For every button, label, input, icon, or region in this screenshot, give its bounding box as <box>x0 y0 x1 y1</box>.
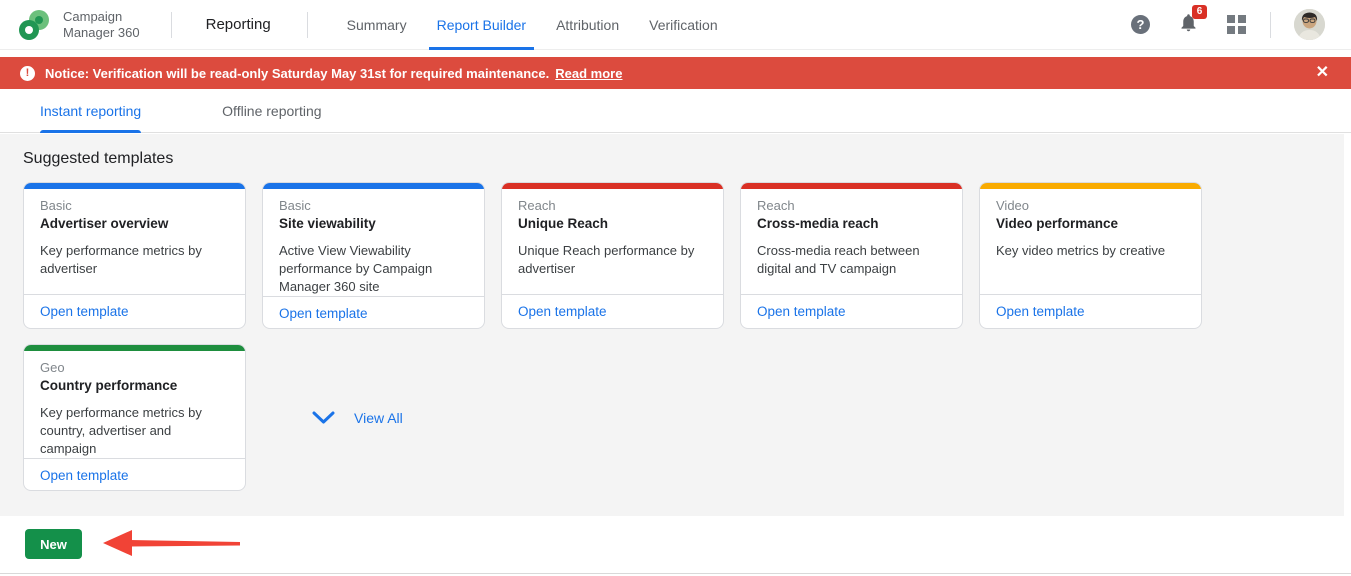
open-template-link[interactable]: Open template <box>518 304 607 319</box>
card-description: Unique Reach performance by advertiser <box>518 243 695 276</box>
template-card[interactable]: Reach Unique Reach Unique Reach performa… <box>501 182 724 329</box>
card-title: Unique Reach <box>518 216 609 231</box>
page-bottom-divider <box>0 573 1351 574</box>
open-template-link[interactable]: Open template <box>279 306 368 321</box>
open-template-link[interactable]: Open template <box>757 304 846 319</box>
avatar[interactable] <box>1294 9 1325 40</box>
header-divider <box>1270 11 1271 38</box>
template-card[interactable]: Basic Advertiser overview Key performanc… <box>23 182 246 329</box>
footer-bar: New <box>0 516 1351 573</box>
header-tabs: Summary Report Builder Attribution Verif… <box>332 0 733 50</box>
chevron-down-icon <box>312 411 335 423</box>
card-footer: Open template <box>980 294 1201 328</box>
card-description: Cross-media reach between digital and TV… <box>757 243 920 276</box>
template-card[interactable]: Video Video performance Key video metric… <box>979 182 1202 329</box>
view-all-label: View All <box>354 409 403 426</box>
notice-banner: ! Notice: Verification will be read-only… <box>0 57 1351 89</box>
card-category: Basic <box>279 198 311 213</box>
card-body: Basic Advertiser overview Key performanc… <box>24 189 245 294</box>
app-logo[interactable]: Campaign Manager 360 <box>16 7 140 43</box>
header-section-label: Reporting <box>205 16 271 33</box>
notifications-button[interactable]: 6 <box>1178 4 1207 38</box>
card-category: Geo <box>40 360 65 375</box>
open-template-link[interactable]: Open template <box>40 468 129 483</box>
card-footer: Open template <box>502 294 723 328</box>
user-photo <box>1294 9 1325 40</box>
app-header: Campaign Manager 360 Reporting Summary R… <box>0 0 1351 50</box>
card-category: Video <box>996 198 1030 213</box>
apps-grid-icon[interactable] <box>1227 15 1246 34</box>
card-footer: Open template <box>741 294 962 328</box>
open-template-link[interactable]: Open template <box>40 304 129 319</box>
templates-section: Suggested templates Basic Advertiser ove… <box>0 134 1351 516</box>
template-card[interactable]: Geo Country performance Key performance … <box>23 344 246 491</box>
help-icon[interactable]: ? <box>1131 15 1150 34</box>
notice-text: Notice: Verification will be read-only S… <box>45 65 550 81</box>
card-body: Reach Unique Reach Unique Reach performa… <box>502 189 723 294</box>
card-title: Site viewability <box>279 216 376 231</box>
card-footer: Open template <box>24 294 245 328</box>
scrollbar-gutter <box>1344 134 1351 516</box>
card-category: Reach <box>757 198 795 213</box>
card-body: Geo Country performance Key performance … <box>24 351 245 458</box>
card-description: Key video metrics by creative <box>996 243 1166 258</box>
tab-instant-reporting[interactable]: Instant reporting <box>40 89 142 133</box>
card-footer: Open template <box>263 295 484 328</box>
card-title: Country performance <box>40 378 178 393</box>
tab-offline-reporting[interactable]: Offline reporting <box>222 89 321 133</box>
campaign-manager-logo-icon <box>19 9 49 40</box>
card-category: Reach <box>518 198 556 213</box>
template-card[interactable]: Basic Site viewability Active View Viewa… <box>262 182 485 329</box>
card-title: Advertiser overview <box>40 216 169 231</box>
notification-badge: 6 <box>1192 4 1207 19</box>
tab-attribution[interactable]: Attribution <box>552 0 623 50</box>
alert-icon: ! <box>20 65 35 81</box>
card-description: Key performance metrics by country, adve… <box>40 405 202 456</box>
card-category: Basic <box>40 198 72 213</box>
card-description: Active View Viewability performance by C… <box>279 243 433 294</box>
card-body: Basic Site viewability Active View Viewa… <box>263 189 484 296</box>
card-title: Cross-media reach <box>757 216 879 231</box>
header-divider <box>170 11 172 38</box>
view-all-button[interactable]: View All <box>312 410 403 426</box>
tab-report-builder[interactable]: Report Builder <box>428 0 534 50</box>
read-more-link[interactable]: Read more <box>555 66 622 81</box>
card-footer: Open template <box>24 457 245 490</box>
card-description: Key performance metrics by advertiser <box>40 243 202 276</box>
tab-summary[interactable]: Summary <box>343 0 411 50</box>
card-body: Reach Cross-media reach Cross-media reac… <box>741 189 962 294</box>
header-actions: ? 6 <box>1131 4 1351 40</box>
product-name: Campaign Manager 360 <box>63 8 140 40</box>
template-card-row: Basic Advertiser overview Key performanc… <box>23 182 1351 329</box>
reporting-subtabs: Instant reporting Offline reporting <box>0 89 1351 133</box>
card-title: Video performance <box>996 216 1119 231</box>
header-divider <box>306 11 308 38</box>
tab-verification[interactable]: Verification <box>645 0 721 50</box>
close-icon[interactable]: ✕ <box>1316 65 1329 81</box>
new-report-button[interactable]: New <box>25 529 82 559</box>
card-body: Video Video performance Key video metric… <box>980 189 1201 294</box>
template-card[interactable]: Reach Cross-media reach Cross-media reac… <box>740 182 963 329</box>
template-card-row: Geo Country performance Key performance … <box>23 344 1351 491</box>
section-title: Suggested templates <box>23 150 174 167</box>
open-template-link[interactable]: Open template <box>996 304 1085 319</box>
